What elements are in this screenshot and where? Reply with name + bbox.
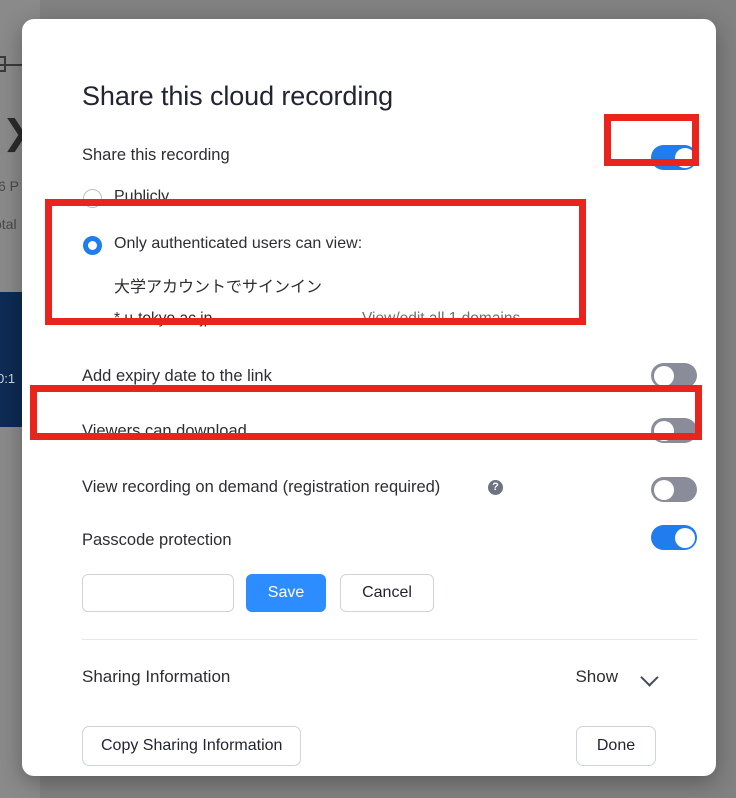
share-recording-dialog: Share this cloud recording Share this re… xyxy=(22,19,716,776)
screen: ❯ 6 P otal 0:1 Share this cloud recordin… xyxy=(0,0,736,798)
sharing-information-show-toggle[interactable]: Show xyxy=(575,667,618,687)
view-on-demand-toggle[interactable] xyxy=(651,477,697,502)
toggle-knob xyxy=(653,365,674,386)
auth-signin-text: 大学アカウントでサインイン xyxy=(114,279,323,296)
share-recording-toggle[interactable] xyxy=(651,145,697,170)
section-divider xyxy=(82,639,697,640)
dialog-title: Share this cloud recording xyxy=(82,81,394,111)
radio-publicly-label: Publicly xyxy=(114,188,170,205)
toggle-knob xyxy=(674,527,695,548)
chevron-down-icon[interactable] xyxy=(640,668,659,687)
radio-publicly[interactable] xyxy=(83,189,102,208)
background-text-fragment-2: otal xyxy=(0,216,17,232)
view-edit-domains-link[interactable]: View/edit all 1 domains xyxy=(362,310,520,328)
auth-domain-value: *.u-tokyo.ac.jp xyxy=(114,310,213,327)
view-on-demand-label: View recording on demand (registration r… xyxy=(82,478,441,496)
passcode-protection-toggle[interactable] xyxy=(651,525,697,550)
radio-authenticated-users-label: Only authenticated users can view: xyxy=(114,235,363,252)
background-text-fragment-1: 6 P xyxy=(0,178,20,194)
add-expiry-date-label: Add expiry date to the link xyxy=(82,367,272,385)
toggle-knob xyxy=(653,479,674,500)
radio-authenticated-users[interactable] xyxy=(83,236,102,255)
copy-sharing-information-button[interactable]: Copy Sharing Information xyxy=(82,726,302,766)
help-icon[interactable]: ? xyxy=(488,480,503,495)
passcode-input[interactable] xyxy=(82,574,234,612)
viewers-can-download-toggle[interactable] xyxy=(651,418,697,443)
cancel-button[interactable]: Cancel xyxy=(340,574,434,612)
toggle-knob xyxy=(674,147,695,168)
toggle-knob xyxy=(653,420,674,441)
save-button[interactable]: Save xyxy=(246,574,326,612)
viewers-can-download-label: Viewers can download xyxy=(82,422,247,440)
share-recording-label: Share this recording xyxy=(82,146,230,164)
add-expiry-date-toggle[interactable] xyxy=(651,363,697,388)
sharing-information-label: Sharing Information xyxy=(82,667,231,686)
background-video-time: 0:1 xyxy=(0,371,16,386)
done-button[interactable]: Done xyxy=(576,726,656,766)
passcode-protection-label: Passcode protection xyxy=(82,531,232,549)
